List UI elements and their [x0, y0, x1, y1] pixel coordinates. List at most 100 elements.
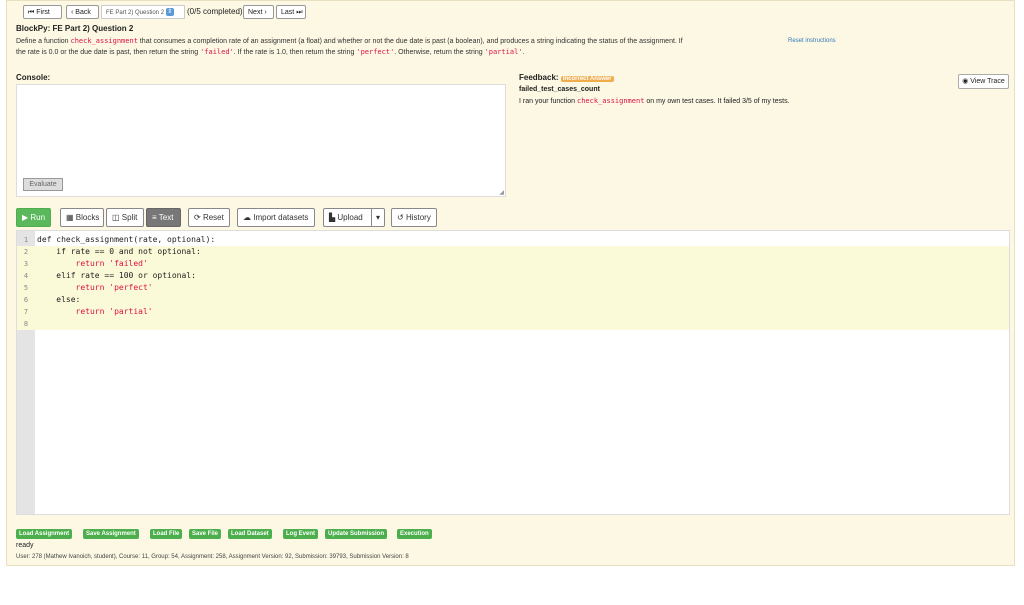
- line-number: 3: [23, 260, 29, 268]
- split-button[interactable]: ◫ Split: [106, 208, 144, 227]
- resize-handle-icon[interactable]: ◢: [499, 189, 504, 196]
- next-label: Next: [248, 9, 263, 16]
- code-line-text: [37, 318, 1009, 330]
- code-line: 2 if rate == 0 and not optional:: [17, 246, 1009, 258]
- spinner-icon: ⇕: [165, 8, 174, 17]
- instructions-text-5: . Otherwise, return the string: [394, 49, 485, 56]
- load-dataset-button[interactable]: Load Dataset: [228, 529, 272, 539]
- first-icon: ⏮: [28, 9, 35, 16]
- next-button[interactable]: Next ›: [243, 5, 274, 19]
- evaluate-button[interactable]: Evaluate: [23, 178, 63, 191]
- text-icon: ≡: [152, 213, 157, 222]
- last-button[interactable]: Last ⏭: [276, 5, 306, 19]
- instructions-text-3: the rate is 0.0 or the due date is past,…: [16, 49, 201, 56]
- back-label: Back: [75, 9, 91, 16]
- console-output[interactable]: ◢: [16, 84, 506, 197]
- feedback-text-2: on my own test cases. It failed 3/5 of m…: [644, 98, 790, 105]
- code-editor[interactable]: 1 def check_assignment(rate, optional): 2…: [16, 230, 1010, 515]
- line-number: 5: [23, 284, 29, 292]
- blockpy-panel: ⏮ First ‹ Back FE Part 2) Question 2 ⇕ (…: [6, 0, 1015, 566]
- blocks-label: Blocks: [75, 213, 100, 222]
- feedback-text-1: I ran your function: [519, 98, 577, 105]
- save-assignment-button[interactable]: Save Assignment: [83, 529, 139, 539]
- partial-string: 'partial': [484, 48, 523, 56]
- first-button[interactable]: ⏮ First: [23, 5, 62, 19]
- reset-instructions-link[interactable]: Reset instructions: [788, 36, 836, 47]
- load-assignment-button[interactable]: Load Assignment: [16, 529, 73, 539]
- chevron-left-icon: ‹: [71, 9, 74, 16]
- split-icon: ◫: [112, 213, 120, 222]
- update-submission-button[interactable]: Update Submission: [325, 529, 388, 539]
- blocks-icon: ▦: [66, 213, 74, 222]
- first-label: First: [36, 9, 50, 16]
- back-button[interactable]: ‹ Back: [66, 5, 99, 19]
- feedback-title: failed_test_cases_count: [519, 86, 600, 93]
- text-button[interactable]: ≡ Text: [146, 208, 181, 227]
- text-label: Text: [158, 213, 174, 222]
- code-line: 4 elif rate == 100 or optional:: [17, 270, 1009, 282]
- file-icon: ▙: [329, 213, 336, 222]
- instructions-line-1: Define a function check_assignment that …: [16, 36, 1006, 47]
- instructions: Define a function check_assignment that …: [16, 36, 1006, 58]
- page-title-text: BlockPy: FE Part 2) Question 2: [16, 24, 134, 33]
- line-number: 6: [23, 296, 29, 304]
- code-line-text: def check_assignment(rate, optional):: [37, 235, 216, 244]
- code-line: 3 return 'failed': [17, 258, 1009, 270]
- history-icon: ↺: [397, 213, 404, 222]
- history-button[interactable]: ↺ History: [391, 208, 437, 227]
- history-label: History: [405, 213, 431, 222]
- page-title: BlockPy: FE Part 2) Question 2: [16, 24, 133, 33]
- code-line: 7 return 'partial': [17, 306, 1009, 318]
- instructions-line-2: the rate is 0.0 or the due date is past,…: [16, 47, 1006, 58]
- refresh-icon: ⟳: [194, 213, 201, 222]
- feedback-message: I ran your function check_assignment on …: [519, 97, 790, 105]
- eye-icon: ◉: [962, 78, 969, 85]
- load-file-button[interactable]: Load File: [150, 529, 183, 539]
- blocks-button[interactable]: ▦ Blocks: [60, 208, 104, 227]
- failed-string: 'failed': [200, 48, 234, 56]
- user-info: User: 278 (Mathew Ivanoich, student), Co…: [16, 554, 409, 560]
- run-button[interactable]: ▶ Run: [16, 208, 51, 227]
- code-line: 5 return 'perfect': [17, 282, 1009, 294]
- line-number: 7: [23, 308, 29, 316]
- code-line-text: elif rate == 100 or optional:: [37, 271, 196, 280]
- assignment-select[interactable]: FE Part 2) Question 2 ⇕: [101, 5, 185, 19]
- reset-label: Reset: [202, 213, 224, 222]
- run-label: Run: [30, 213, 46, 222]
- execution-button[interactable]: Execution: [397, 529, 432, 539]
- status-badge: Incorrect Answer: [560, 76, 614, 82]
- code-line: 8: [17, 318, 1009, 330]
- instructions-text-1: Define a function: [16, 38, 71, 45]
- upload-button[interactable]: ▙ Upload: [323, 208, 371, 227]
- code-line-text: else:: [37, 295, 81, 304]
- assignment-select-value: FE Part 2) Question 2: [106, 10, 165, 16]
- upload-label: Upload: [337, 213, 363, 222]
- import-datasets-button[interactable]: ☁ Import datasets: [237, 208, 315, 227]
- line-number: 1: [23, 236, 29, 244]
- feedback-func-name: check_assignment: [576, 97, 645, 105]
- upload-dropdown-button[interactable]: ▾: [371, 208, 385, 227]
- save-file-button[interactable]: Save File: [189, 529, 222, 539]
- feedback-label: Feedback:: [519, 73, 559, 82]
- cloud-icon: ☁: [243, 213, 251, 222]
- line-number: 8: [23, 320, 29, 328]
- chevron-down-icon: ▾: [375, 213, 380, 222]
- status-text: ready: [16, 542, 34, 549]
- completed-count: (0/5 completed): [187, 7, 243, 16]
- code-line: 1 def check_assignment(rate, optional):: [17, 234, 1009, 246]
- log-event-button[interactable]: Log Event: [283, 529, 319, 539]
- last-icon: ⏭: [296, 9, 303, 16]
- view-trace-button[interactable]: ◉ View Trace: [958, 74, 1009, 89]
- line-number: 2: [23, 248, 29, 256]
- console-label: Console:: [16, 73, 51, 82]
- instructions-text-6: .: [522, 49, 525, 56]
- code-line-text: return 'failed': [37, 259, 148, 268]
- chevron-right-icon: ›: [264, 9, 267, 16]
- perfect-string: 'perfect': [356, 48, 395, 56]
- instructions-text-2: that consumes a completion rate of an as…: [137, 38, 683, 45]
- reset-button[interactable]: ⟳ Reset: [188, 208, 230, 227]
- instructions-text-4: . If the rate is 1.0, then return the st…: [233, 49, 357, 56]
- code-line-text: return 'perfect': [37, 283, 153, 292]
- import-label: Import datasets: [253, 213, 309, 222]
- code-line-text: if rate == 0 and not optional:: [37, 247, 201, 256]
